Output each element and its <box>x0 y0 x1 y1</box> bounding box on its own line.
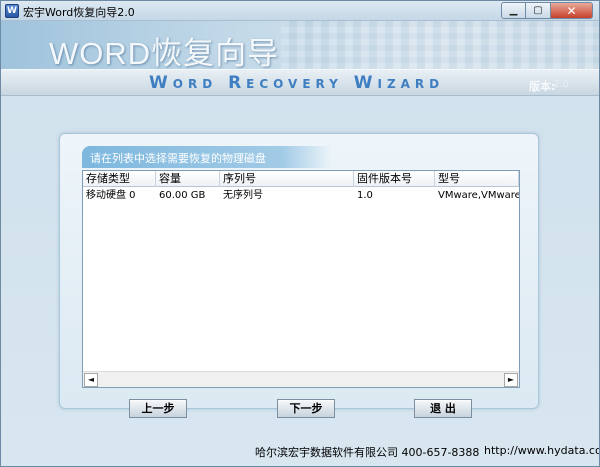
title-bar[interactable]: W 宏宇Word恢复向导2.0 ▁ ▢ ✕ <box>1 1 599 21</box>
banner-pattern <box>281 21 599 69</box>
cell-model: VMware,VMware <box>438 190 519 201</box>
version-value: 2.0 <box>553 79 569 90</box>
app-icon: W <box>5 4 19 18</box>
cell-storage-type: 移动硬盘 0 <box>86 190 136 201</box>
footer-company: 哈尔滨宏宇数据软件有限公司 400-657-8388 <box>255 446 480 459</box>
cell-serial: 无序列号 <box>223 190 263 201</box>
column-header-capacity[interactable]: 容量 <box>156 171 220 187</box>
column-header-firmware[interactable]: 固件版本号 <box>354 171 435 187</box>
footer-url: http://www.hydata.com <box>484 444 600 457</box>
disk-selection-panel: 请在列表中选择需要恢复的物理磁盘 存储类型 容量 序列号 固件版本号 型号 移动… <box>59 133 539 409</box>
panel-header-text: 请在列表中选择需要恢复的物理磁盘 <box>90 152 266 165</box>
version-label: 版本: <box>529 80 556 93</box>
banner: WORD恢复向导 <box>1 21 599 69</box>
banner-subtitle: Word Recovery Wizard <box>149 73 445 93</box>
prev-button[interactable]: 上一步 <box>129 399 187 418</box>
list-header: 存储类型 容量 序列号 固件版本号 型号 <box>83 171 519 187</box>
exit-button[interactable]: 退 出 <box>414 399 472 418</box>
column-header-storage-type[interactable]: 存储类型 <box>83 171 156 187</box>
window-controls: ▁ ▢ ✕ <box>501 2 593 19</box>
table-row[interactable]: 移动硬盘 0 60.00 GB 无序列号 1.0 VMware,VMware <box>83 188 519 204</box>
main-window: W 宏宇Word恢复向导2.0 ▁ ▢ ✕ WORD恢复向导 Word Reco… <box>0 0 600 467</box>
close-button[interactable]: ✕ <box>551 2 593 19</box>
disk-list[interactable]: 存储类型 容量 序列号 固件版本号 型号 移动硬盘 0 60.00 GB 无序列… <box>82 170 520 388</box>
minimize-button[interactable]: ▁ <box>501 2 526 19</box>
horizontal-scrollbar[interactable]: ◄ ► <box>83 371 519 387</box>
scroll-left-icon[interactable]: ◄ <box>84 373 98 387</box>
window-title: 宏宇Word恢复向导2.0 <box>23 6 135 19</box>
next-button[interactable]: 下一步 <box>277 399 335 418</box>
cell-capacity: 60.00 GB <box>159 190 206 201</box>
cell-firmware: 1.0 <box>357 190 373 201</box>
maximize-button[interactable]: ▢ <box>526 2 551 19</box>
panel-header-tab: 请在列表中选择需要恢复的物理磁盘 <box>82 146 332 168</box>
column-header-serial[interactable]: 序列号 <box>220 171 354 187</box>
column-header-model[interactable]: 型号 <box>435 171 519 187</box>
scroll-right-icon[interactable]: ► <box>504 373 518 387</box>
banner-title: WORD恢复向导 <box>49 36 280 69</box>
subtitle-strip: Word Recovery Wizard 版本: 2.0 <box>1 69 599 96</box>
